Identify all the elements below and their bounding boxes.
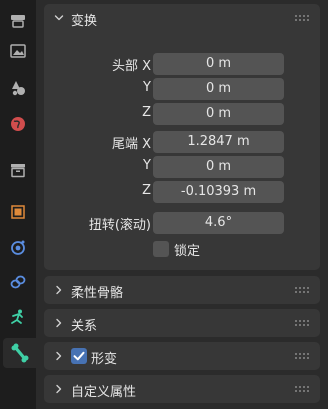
properties-content: 变换 头部 X 0 m Y 0 m Z 0 m 尾端 X 1.2847 m Y … [36,0,328,409]
head-y-label: Y [143,80,151,95]
roll-field[interactable]: 4.6° [153,212,284,234]
roll-label: 扭转(滚动) [88,218,151,233]
tail-z-label: Z [142,183,151,198]
tab-armature-data[interactable] [3,302,33,332]
head-z-label: Z [142,105,151,120]
custom-properties-panel-header[interactable]: 自定义属性 [44,375,320,403]
chevron-right-icon [56,285,62,295]
tail-y-label: Y [143,158,151,173]
chevron-down-icon [54,15,64,21]
constraint-icon [10,275,26,289]
properties-tab-strip [0,0,36,409]
tab-object[interactable] [3,197,33,227]
tab-collection[interactable] [3,155,33,185]
render-icon [10,44,26,58]
deform-panel-title: 形变 [91,352,118,367]
relations-panel: 关系 [44,309,320,337]
tail-z-field[interactable]: -0.10393 m [153,181,284,203]
lock-label: 锁定 [174,244,201,259]
tab-tool[interactable] [3,6,33,36]
transform-panel: 变换 头部 X 0 m Y 0 m Z 0 m 尾端 X 1.2847 m Y … [44,4,320,270]
tab-bone[interactable] [3,338,36,368]
drag-grip-icon[interactable] [294,14,310,22]
tab-physics[interactable] [3,232,33,262]
bone-icon [11,343,28,363]
collection-icon [11,164,25,178]
tail-x-label: 尾端 X [111,137,151,152]
relations-panel-title: 关系 [71,319,98,334]
physics-icon [11,240,25,255]
deform-panel-header[interactable]: 形变 [44,342,320,370]
deform-panel: 形变 [44,342,320,370]
tail-x-field[interactable]: 1.2847 m [153,131,284,153]
custom-properties-panel: 自定义属性 [44,375,320,403]
checkmark-icon [73,351,85,361]
custom-properties-panel-title: 自定义属性 [71,385,137,400]
head-z-field[interactable]: 0 m [153,103,284,125]
head-x-label: 头部 X [111,59,151,74]
bendy-bones-panel-header[interactable]: 柔性骨骼 [44,276,320,304]
relations-panel-header[interactable]: 关系 [44,309,320,337]
chevron-right-icon [56,318,62,328]
world-icon [11,117,25,131]
deform-checkbox[interactable] [71,348,87,364]
drag-grip-icon[interactable] [294,352,310,360]
drag-grip-icon[interactable] [294,286,310,294]
drag-grip-icon[interactable] [294,319,310,327]
tab-world[interactable] [3,109,33,139]
bendy-bones-panel: 柔性骨骼 [44,276,320,304]
drag-grip-icon[interactable] [294,385,310,393]
chevron-right-icon [56,351,62,361]
tab-render[interactable] [3,36,33,66]
tab-output[interactable] [3,73,33,103]
tail-y-field[interactable]: 0 m [153,156,284,178]
output-icon [12,81,25,96]
tool-icon [11,15,25,28]
transform-panel-title: 变换 [71,14,98,29]
armature-data-icon [11,309,23,324]
transform-panel-header[interactable]: 变换 [44,4,320,32]
head-x-field[interactable]: 0 m [153,53,284,75]
head-y-field[interactable]: 0 m [153,78,284,100]
tab-constraint[interactable] [3,267,33,297]
lock-checkbox[interactable] [153,241,169,257]
properties-editor: 变换 头部 X 0 m Y 0 m Z 0 m 尾端 X 1.2847 m Y … [0,0,328,409]
chevron-right-icon [56,384,62,394]
object-icon [11,205,25,219]
bendy-bones-panel-title: 柔性骨骼 [71,286,124,301]
